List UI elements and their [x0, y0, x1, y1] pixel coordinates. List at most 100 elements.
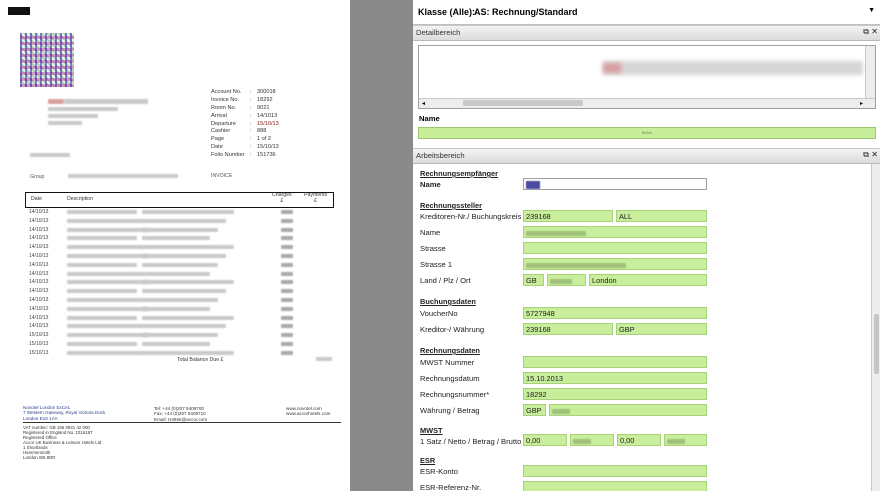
recipient-name-field[interactable]: [523, 178, 707, 190]
redacted-text: [142, 333, 218, 338]
scroll-right-icon[interactable]: ▸: [860, 100, 863, 107]
vat-amount-field[interactable]: 0,00: [617, 434, 661, 446]
redacted-text: [30, 153, 70, 157]
meta-colon: :: [250, 144, 252, 151]
meta-value: 18292: [257, 96, 273, 103]
street1-field[interactable]: [523, 258, 707, 270]
group-label: Group: [30, 174, 45, 180]
meta-row: Invoice No.:18292: [211, 97, 297, 105]
meta-colon: :: [250, 112, 252, 119]
esr-reference-field[interactable]: [523, 481, 707, 491]
vat-net-field[interactable]: [570, 434, 614, 446]
qr-code-image: [20, 33, 74, 87]
line-item-date: 14/10/13: [29, 270, 49, 277]
redacted-text: [64, 99, 148, 104]
invoice-date-field[interactable]: 15.10.2013: [523, 372, 707, 384]
line-item-date: 15/10/13: [29, 349, 49, 356]
redacted-text: [67, 245, 143, 250]
invoice-currency-field[interactable]: GBP: [523, 404, 546, 416]
redacted-text: [281, 350, 293, 355]
line-item-date: 14/10/13: [29, 261, 49, 268]
close-icon[interactable]: ✕: [871, 150, 878, 159]
line-item-date: 14/10/13: [29, 253, 49, 259]
redacted-text: [281, 298, 293, 302]
esr-reference-label: ESR-Referenz-Nr.: [420, 483, 482, 491]
address-line-text: London W6 8DR: [23, 455, 56, 460]
redacted-text: [281, 289, 293, 294]
creditor-label: Kreditoren-Nr./ Buchungskreis: [420, 212, 522, 221]
meta-row: Account No.:300018: [211, 89, 297, 97]
meta-value: 15/10/13: [257, 120, 279, 127]
invoice-number-label: Rechnungsnummer*: [420, 390, 490, 399]
undock-icon[interactable]: ⧉: [863, 27, 869, 37]
redacted-text: [142, 227, 218, 232]
meta-colon: :: [250, 120, 252, 127]
hotel-city: London E16 1AA: [23, 415, 58, 421]
scroll-thumb[interactable]: [874, 314, 879, 374]
scroll-thumb[interactable]: [463, 100, 583, 106]
meta-value: 9021: [257, 104, 270, 111]
redacted-text: [142, 315, 234, 320]
detail-preview: ◂ ▸: [418, 45, 876, 109]
class-label: Klasse (Alle):: [418, 7, 476, 17]
redacted-text: [67, 298, 143, 302]
currency-amount-label: Währung / Betrag: [420, 406, 480, 415]
hotel-web: www.novotel.com www.accorhotels.com: [286, 406, 330, 417]
vat-gross-field[interactable]: [664, 434, 707, 446]
redacted-text: [316, 357, 332, 361]
zip-field[interactable]: [547, 274, 586, 286]
country-field[interactable]: GB: [523, 274, 544, 286]
redacted-text: [48, 107, 118, 111]
vat-number-field[interactable]: [523, 356, 707, 368]
work-panel-header: Arbeitsbereich ⧉ ✕: [413, 148, 880, 164]
company-registration: VAT number: GB 156 0921 42 000 Registere…: [23, 425, 101, 460]
city-field[interactable]: London: [589, 274, 707, 286]
hotel-contact: Tel: +44 (0)207 5409700 Fax: +44 (0)207 …: [154, 406, 207, 422]
redacted-text: [67, 324, 143, 329]
undock-icon[interactable]: ⧉: [863, 150, 869, 160]
horizontal-scrollbar[interactable]: ◂ ▸: [419, 98, 875, 108]
street-field[interactable]: [523, 242, 707, 254]
company-code-field[interactable]: ALL: [616, 210, 707, 222]
meta-colon: :: [250, 96, 252, 103]
esr-account-field[interactable]: [523, 465, 707, 477]
redacted-text: [67, 315, 137, 320]
booking-creditor-field[interactable]: 239168: [523, 323, 613, 335]
vat-rate-field[interactable]: 0,00: [523, 434, 567, 446]
work-panel-scrollbar[interactable]: [871, 164, 880, 491]
redacted-text: [142, 271, 210, 276]
meta-key: Account No.: [211, 89, 242, 95]
footer-divider: [23, 422, 341, 423]
class-selector[interactable]: Klasse (Alle): AS: Rechnung/Standard ▼: [413, 0, 880, 25]
redacted-logo: [8, 7, 30, 15]
booking-currency-field[interactable]: GBP: [616, 323, 707, 335]
voucher-field[interactable]: 5727948: [523, 307, 707, 319]
invoice-amount-field[interactable]: [549, 404, 707, 416]
redacted-text: [48, 99, 64, 104]
redacted-text: [142, 280, 234, 285]
issuer-name-label: Name: [420, 228, 441, 237]
triangle-down-icon[interactable]: ▼: [868, 7, 875, 14]
redacted-text: [67, 306, 149, 311]
scroll-left-icon[interactable]: ◂: [422, 100, 425, 107]
vertical-scrollbar[interactable]: [865, 46, 875, 99]
detail-panel-header: Detailbereich ⧉ ✕: [413, 25, 880, 41]
close-icon[interactable]: ✕: [871, 27, 878, 36]
redacted-text: [142, 245, 234, 250]
redacted-text: [281, 245, 293, 250]
meta-key: Invoice No.: [211, 96, 239, 103]
redacted-text: [142, 298, 218, 302]
line-item-date: 14/10/13: [29, 314, 49, 321]
vat-rate-label: 1 Satz / Netto / Betrag / Brutto: [420, 437, 522, 446]
issuer-name-field[interactable]: [523, 226, 707, 238]
application-panel: Klasse (Alle): AS: Rechnung/Standard ▼ D…: [413, 0, 880, 491]
detail-panel-title: Detailbereich: [416, 28, 461, 37]
redacted-text: [142, 350, 234, 355]
street1-label: Strasse 1: [420, 260, 453, 269]
street-label: Strasse: [420, 244, 446, 253]
redacted-text: [142, 218, 226, 223]
invoice-number-field[interactable]: 18292: [523, 388, 707, 400]
creditor-number-field[interactable]: 239168: [523, 210, 613, 222]
line-item-date: 14/10/13: [29, 209, 49, 215]
detail-name-field[interactable]: Beleh: [418, 127, 876, 139]
